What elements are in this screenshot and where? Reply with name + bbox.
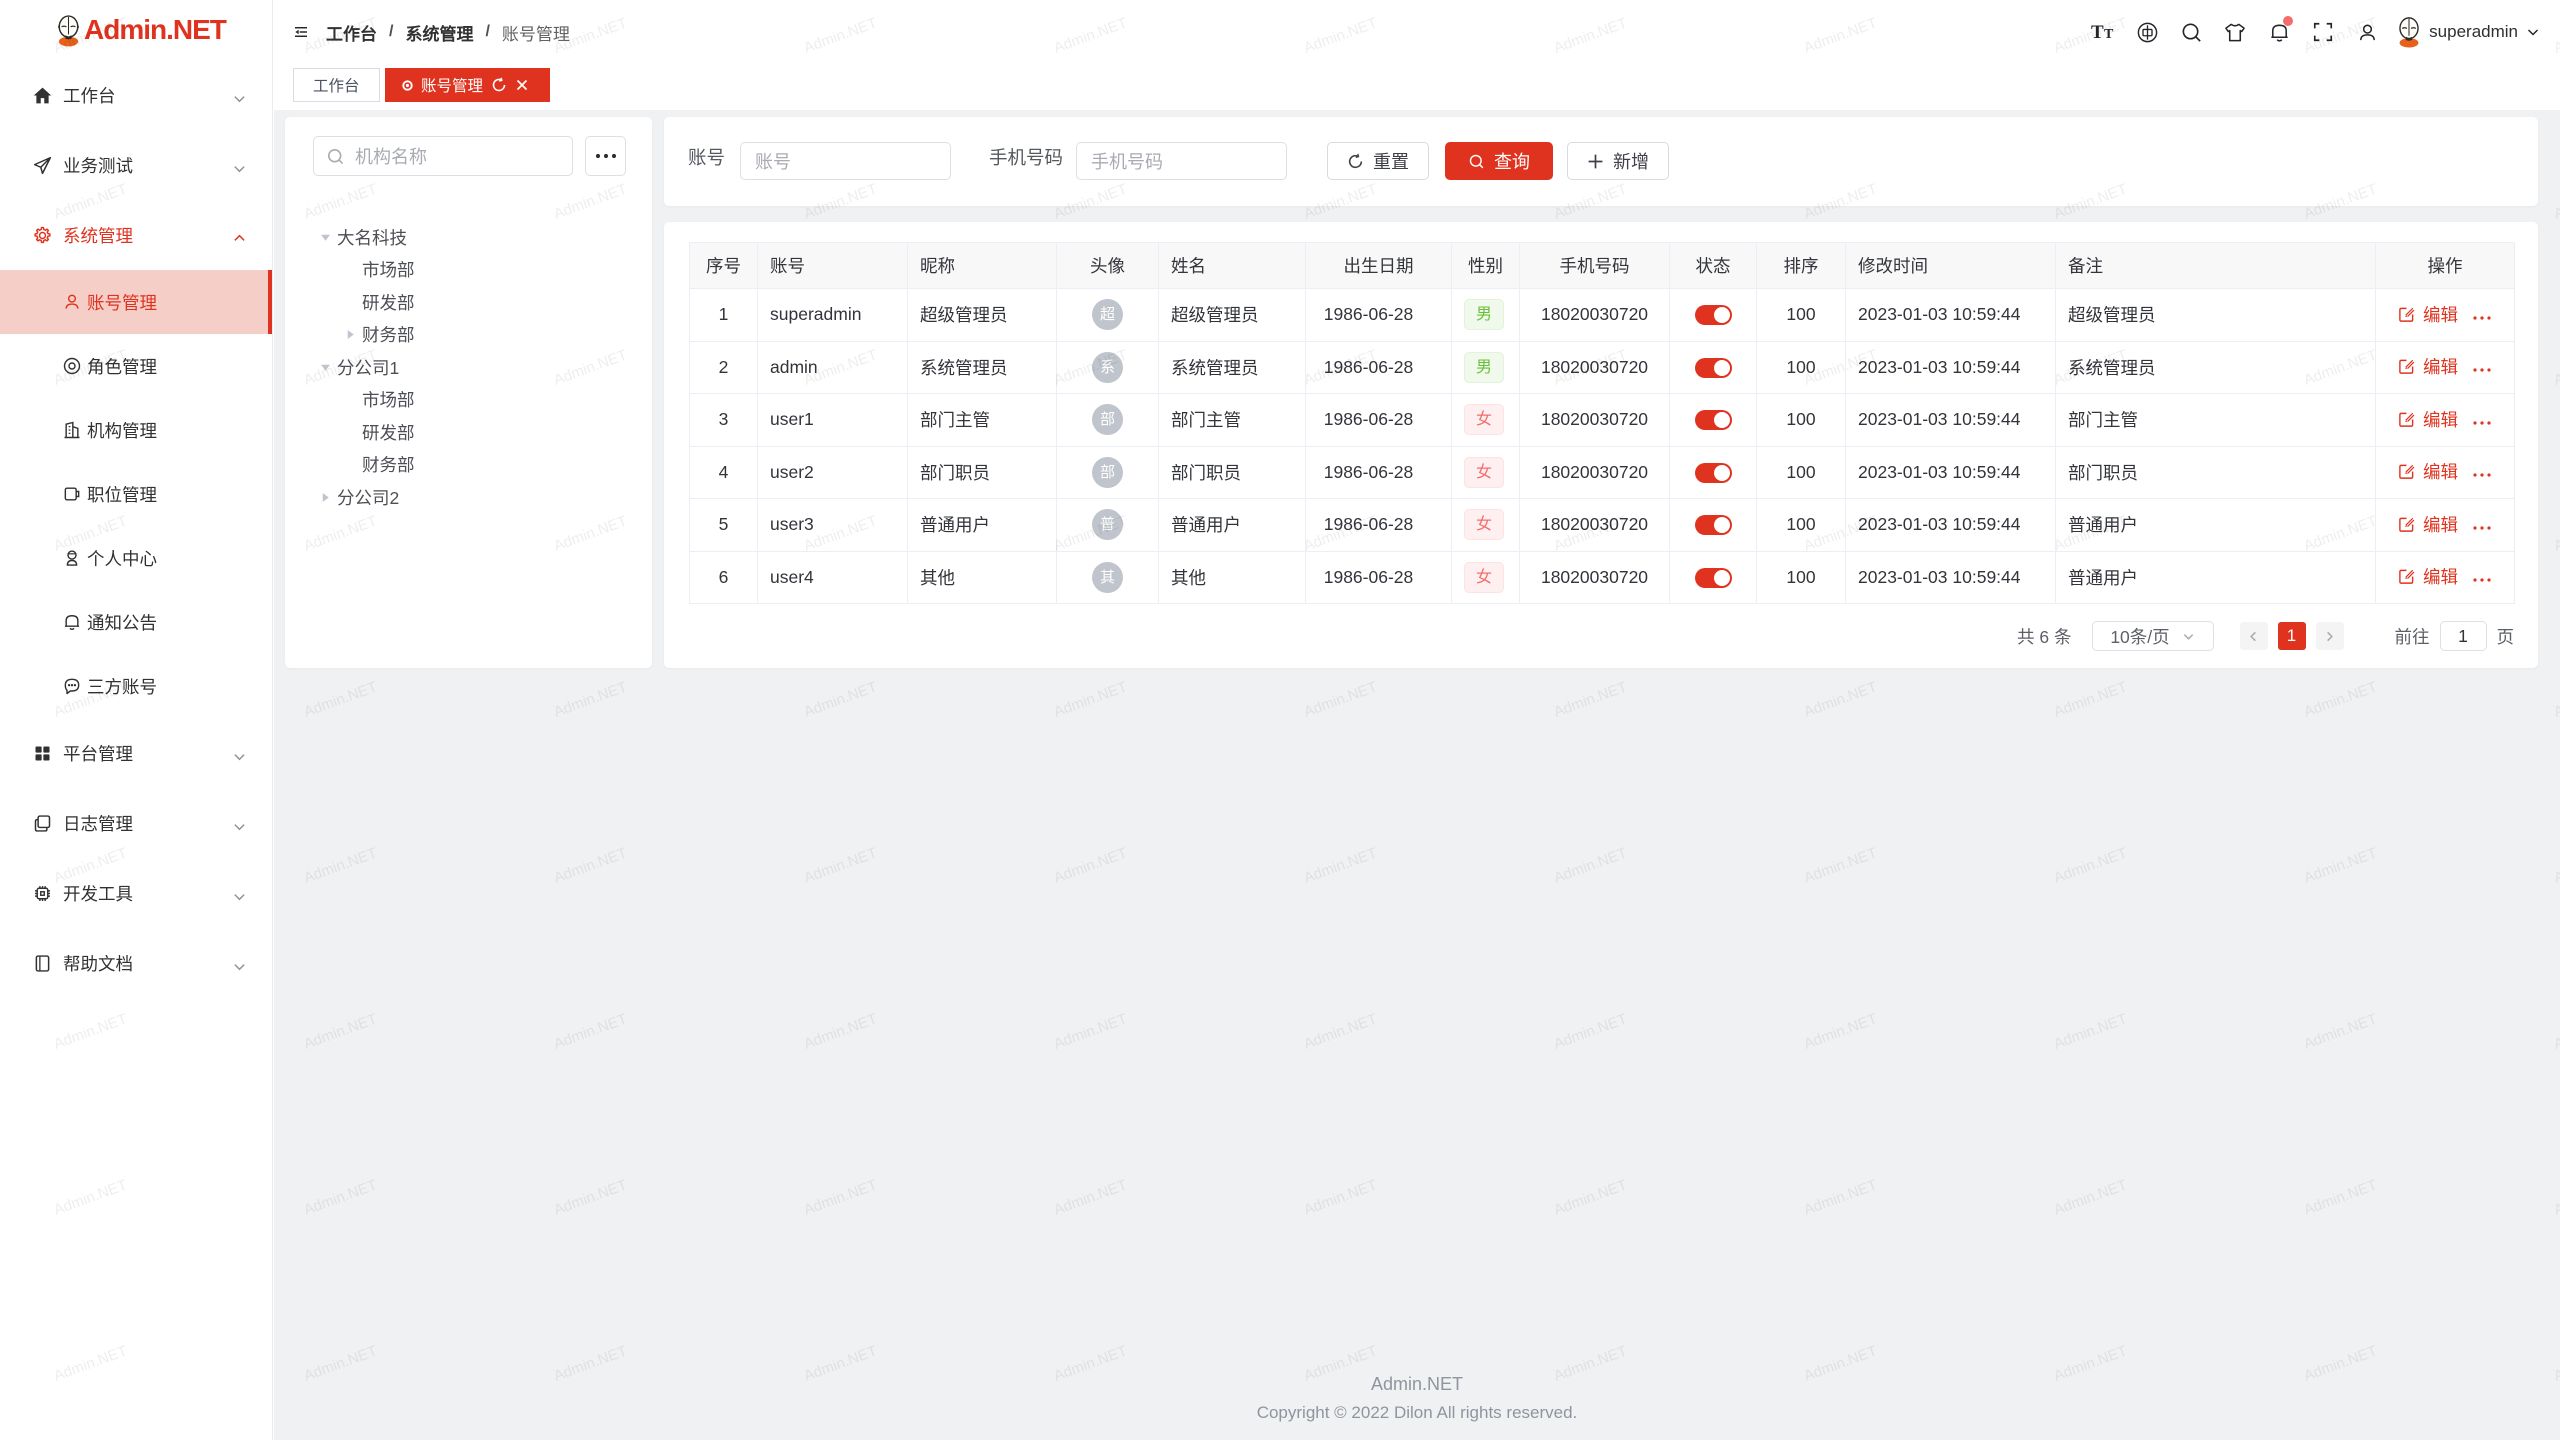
svg-text:T: T <box>2104 27 2114 42</box>
svg-text:T: T <box>2091 22 2104 43</box>
